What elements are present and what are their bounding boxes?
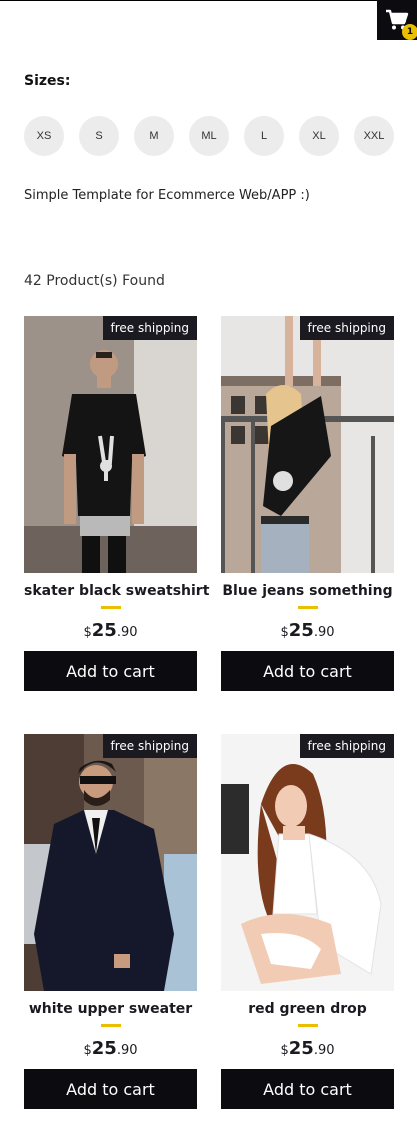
price-integer: 25 bbox=[288, 1038, 314, 1059]
add-to-cart-button[interactable]: Add to cart bbox=[24, 1069, 197, 1109]
size-filter-s[interactable]: S bbox=[79, 116, 119, 156]
product-card[interactable]: free shipping red green drop $25.90 Add … bbox=[221, 734, 394, 1109]
product-image[interactable]: free shipping bbox=[221, 734, 394, 991]
price-decimal: .90 bbox=[313, 1043, 335, 1058]
product-price: $25.90 bbox=[24, 1038, 197, 1059]
free-shipping-tag: free shipping bbox=[102, 734, 197, 758]
product-card[interactable]: free shipping white upper sweater $25.90… bbox=[24, 734, 197, 1109]
size-filter-list: XS S M ML L XL XXL bbox=[24, 116, 394, 156]
product-price: $25.90 bbox=[221, 1038, 394, 1059]
add-to-cart-button[interactable]: Add to cart bbox=[221, 651, 394, 691]
product-card[interactable]: free shipping Blue jeans something $25.9… bbox=[221, 316, 394, 691]
free-shipping-tag: free shipping bbox=[299, 316, 394, 340]
product-card[interactable]: free shipping skater black sweatshirt $2… bbox=[24, 316, 210, 691]
size-filter-m[interactable]: M bbox=[134, 116, 174, 156]
top-border bbox=[0, 0, 417, 1]
title-divider bbox=[297, 1024, 318, 1027]
product-title: red green drop bbox=[248, 1001, 367, 1017]
price-currency: $ bbox=[280, 625, 289, 640]
title-divider bbox=[100, 1024, 121, 1027]
price-currency: $ bbox=[83, 1043, 92, 1058]
sizes-title: Sizes: bbox=[24, 73, 71, 89]
price-integer: 25 bbox=[91, 620, 117, 641]
price-currency: $ bbox=[83, 625, 92, 640]
product-image[interactable]: free shipping bbox=[24, 316, 197, 573]
add-to-cart-button[interactable]: Add to cart bbox=[221, 1069, 394, 1109]
size-filter-l[interactable]: L bbox=[244, 116, 284, 156]
product-image[interactable]: free shipping bbox=[221, 316, 394, 573]
title-divider bbox=[297, 606, 318, 609]
price-decimal: .90 bbox=[313, 625, 335, 640]
product-title: skater black sweatshirt bbox=[24, 583, 210, 599]
price-decimal: .90 bbox=[116, 1043, 138, 1058]
product-price: $25.90 bbox=[221, 620, 394, 641]
product-title: Blue jeans something bbox=[222, 583, 393, 599]
cart-button[interactable]: 1 bbox=[377, 0, 417, 40]
price-integer: 25 bbox=[288, 620, 314, 641]
free-shipping-tag: free shipping bbox=[102, 316, 197, 340]
free-shipping-tag: free shipping bbox=[299, 734, 394, 758]
size-filter-xxl[interactable]: XXL bbox=[354, 116, 394, 156]
title-divider bbox=[100, 606, 121, 609]
price-integer: 25 bbox=[91, 1038, 117, 1059]
price-decimal: .90 bbox=[116, 625, 138, 640]
size-filter-xs[interactable]: XS bbox=[24, 116, 64, 156]
price-currency: $ bbox=[280, 1043, 289, 1058]
tagline: Simple Template for Ecommerce Web/APP :) bbox=[24, 188, 310, 203]
product-title: white upper sweater bbox=[28, 1001, 193, 1017]
product-image[interactable]: free shipping bbox=[24, 734, 197, 991]
products-found-count: 42 Product(s) Found bbox=[24, 273, 165, 289]
size-filter-xl[interactable]: XL bbox=[299, 116, 339, 156]
product-price: $25.90 bbox=[24, 620, 197, 641]
size-filter-ml[interactable]: ML bbox=[189, 116, 229, 156]
cart-count-badge: 1 bbox=[402, 24, 417, 40]
add-to-cart-button[interactable]: Add to cart bbox=[24, 651, 197, 691]
